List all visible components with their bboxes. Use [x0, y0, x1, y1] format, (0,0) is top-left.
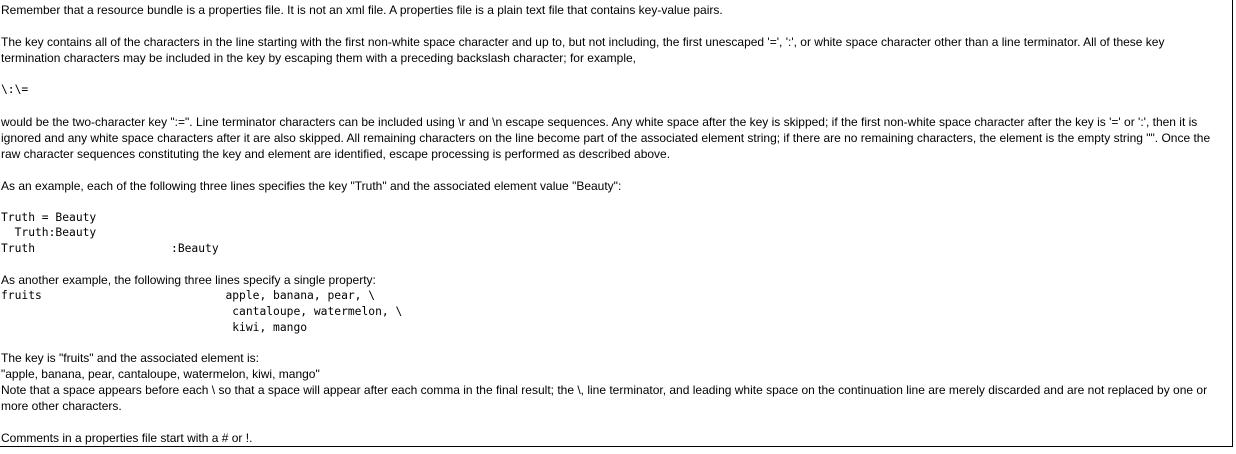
key-definition-paragraph: The key contains all of the characters i… [1, 35, 1165, 65]
key-explanation-paragraph: would be the two-character key ":=". Lin… [1, 114, 1211, 161]
example1-intro-paragraph: As an example, each of the following thr… [1, 178, 622, 193]
intro-paragraph: Remember that a resource bundle is a pro… [1, 3, 723, 17]
document-page: Remember that a resource bundle is a pro… [0, 0, 1233, 447]
note-paragraph: Note that a space appears before each \ … [1, 383, 1208, 414]
document-body: Remember that a resource bundle is a pro… [1, 2, 1227, 446]
example2-code-block: fruits apple, banana, pear, \ cantaloupe… [1, 289, 403, 334]
example2-intro-paragraph: As another example, the following three … [1, 273, 376, 288]
escape-example-code: \:\= [1, 83, 29, 96]
comments-paragraph: Comments in a properties file start with… [1, 431, 253, 446]
result-intro-line: The key is "fruits" and the associated e… [1, 351, 259, 366]
example1-code-block: Truth = Beauty Truth:Beauty Truth :Beaut… [1, 210, 219, 255]
result-value-line: "apple, banana, pear, cantaloupe, waterm… [1, 367, 320, 382]
